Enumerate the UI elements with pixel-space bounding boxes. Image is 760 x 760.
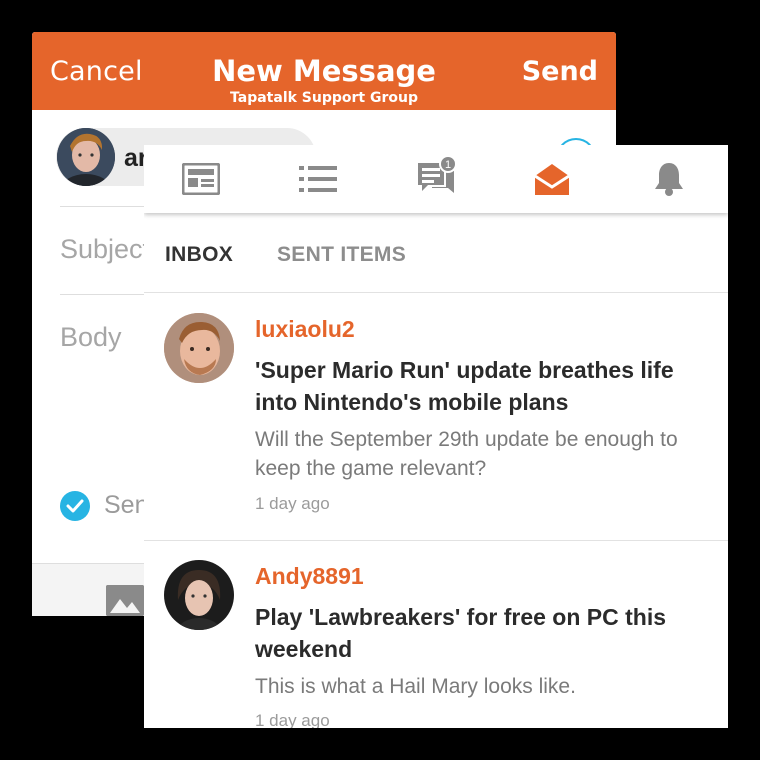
message-preview: This is what a Hail Mary looks like. [255,675,576,698]
message-subject: 'Super Mario Run' update breathes life i… [255,357,674,415]
avatar [164,313,234,383]
message-time: 1 day ago [255,494,330,513]
avatar [164,560,234,630]
chat-icon[interactable]: 1 [414,155,462,203]
send-option-label: Sen [104,491,149,519]
tab-sent-items[interactable]: SENT ITEMS [277,243,406,267]
mailbox-tabs: INBOX SENT ITEMS [144,217,728,293]
message-subject: Play 'Lawbreakers' for free on PC this w… [255,604,667,662]
image-icon[interactable] [106,585,144,616]
envelope-icon[interactable] [532,159,572,199]
body-input[interactable]: Body [60,322,122,353]
message-author[interactable]: Andy8891 [255,563,364,590]
compose-subtitle: Tapatalk Support Group [230,90,418,106]
tab-inbox[interactable]: INBOX [165,243,233,267]
list-icon[interactable] [298,159,338,199]
list-item[interactable]: Andy8891 Play 'Lawbreakers' for free on … [144,541,728,728]
message-author[interactable]: luxiaolu2 [255,316,355,343]
message-preview: Will the September 29th update be enough… [255,428,678,480]
chat-badge: 1 [445,159,451,171]
feed-icon[interactable] [181,159,221,199]
subject-input[interactable]: Subject [60,234,150,265]
list-item[interactable]: luxiaolu2 'Super Mario Run' update breat… [144,294,728,540]
inbox-window: 1 INBOX SENT ITEMS luxiaolu2 'Super Mari… [144,145,728,728]
checkmark-icon[interactable] [60,491,90,521]
send-button[interactable]: Send [522,56,598,87]
message-time: 1 day ago [255,711,330,728]
recipient-avatar [57,128,115,186]
compose-header: Cancel New Message Tapatalk Support Grou… [32,32,616,110]
bell-icon[interactable] [649,159,689,199]
top-nav-bar: 1 [144,145,728,213]
